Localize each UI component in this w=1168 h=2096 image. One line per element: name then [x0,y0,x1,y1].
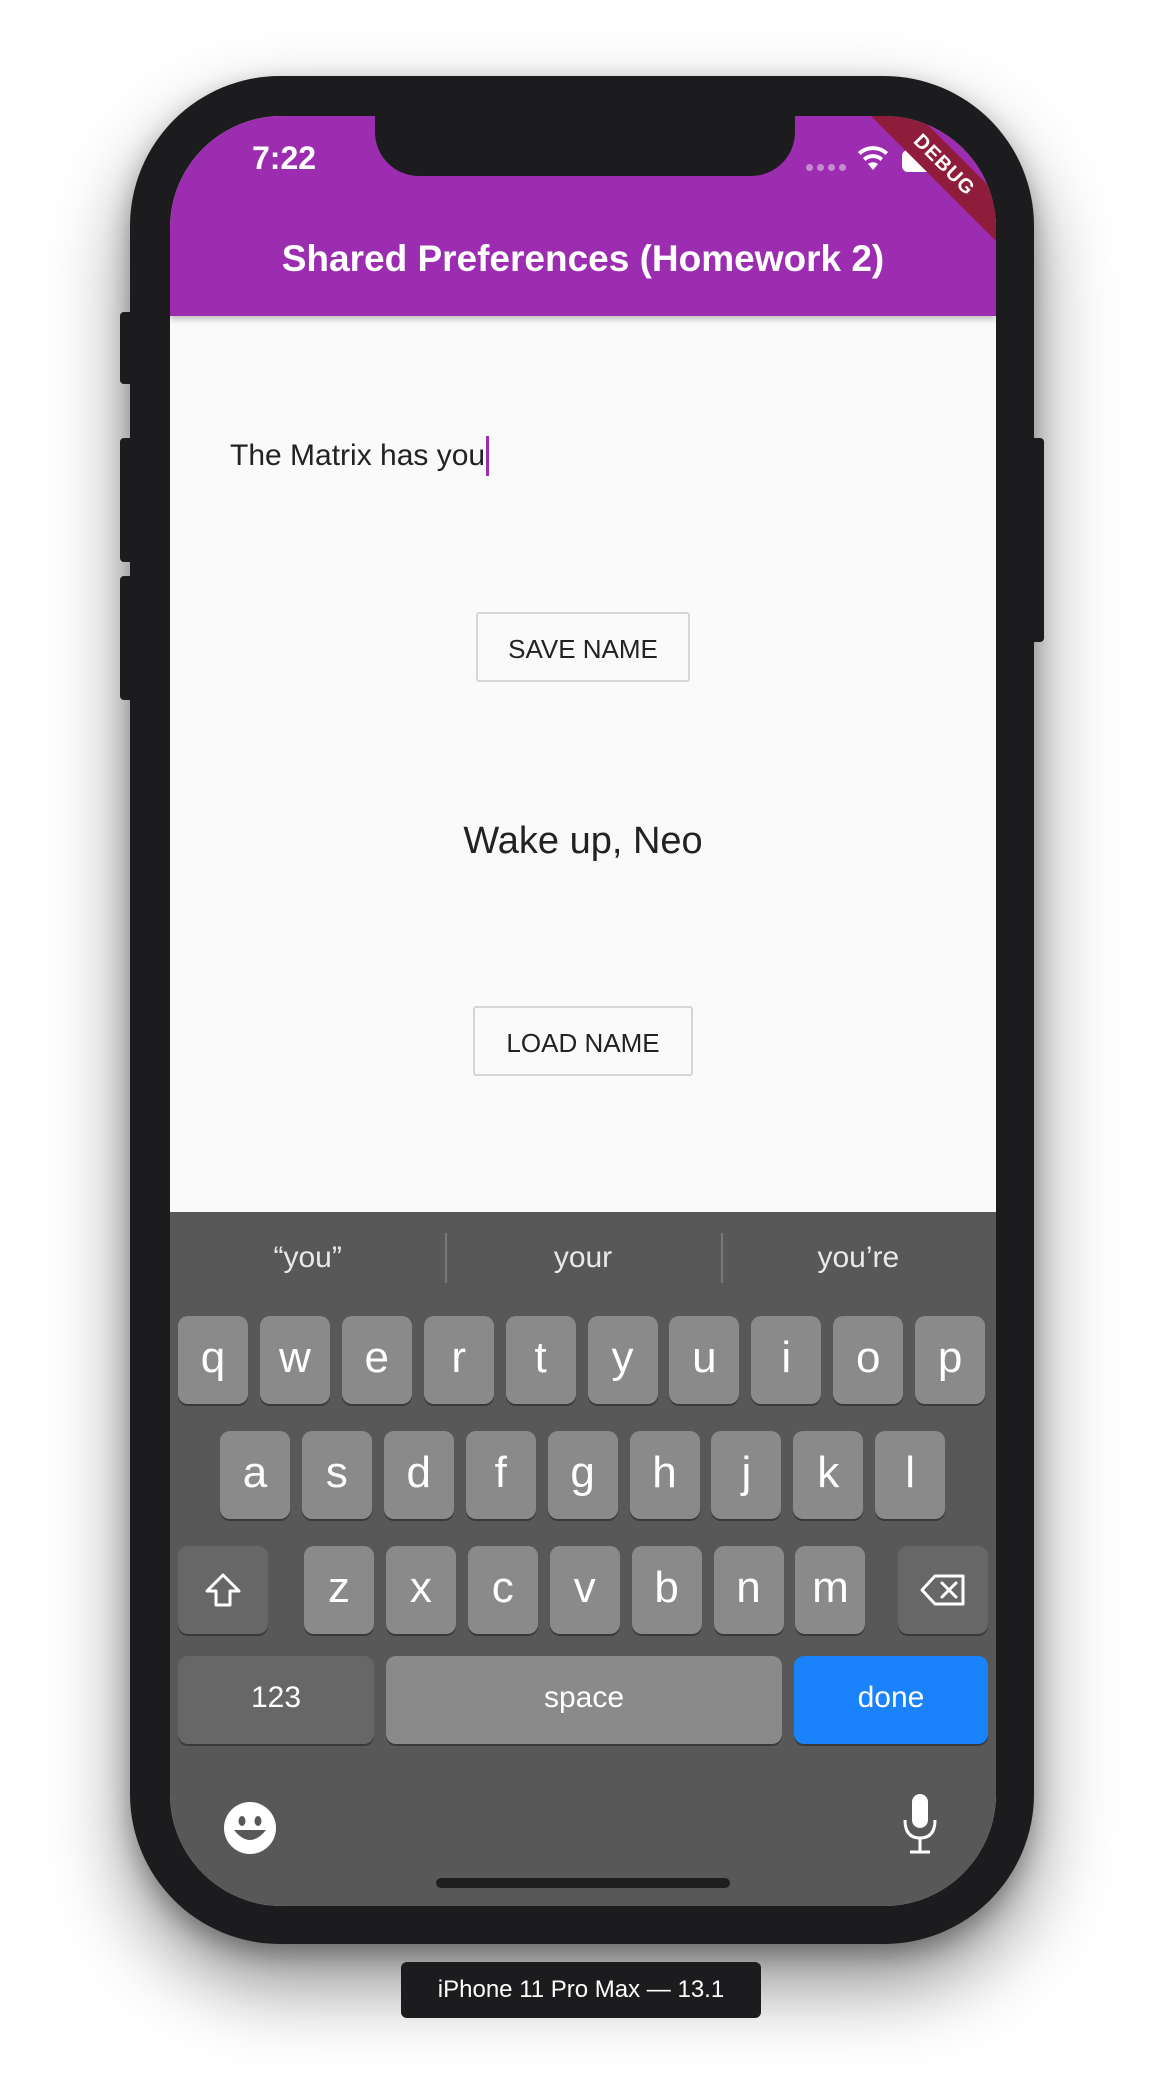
notch [375,116,795,176]
key-t[interactable]: t [505,1316,576,1404]
silent-switch [120,312,134,384]
suggestion-3[interactable]: you’re [720,1233,996,1283]
key-w[interactable]: w [259,1316,330,1404]
volume-up-button [120,438,134,562]
key-y[interactable]: y [587,1316,658,1404]
key-x[interactable]: x [385,1546,456,1634]
key-k[interactable]: k [793,1431,864,1519]
text-cursor [486,436,490,476]
suggestion-2[interactable]: your [445,1233,720,1283]
done-key[interactable]: done [794,1656,988,1744]
suggestion-1[interactable]: “you” [170,1241,445,1275]
power-button [1030,438,1044,642]
key-d[interactable]: d [383,1431,454,1519]
key-c[interactable]: c [467,1546,538,1634]
key-z[interactable]: z [304,1546,374,1634]
name-input[interactable]: The Matrix has you [230,436,490,476]
key-l[interactable]: l [875,1431,946,1519]
emoji-icon[interactable] [222,1800,278,1856]
backspace-key[interactable] [898,1546,988,1634]
name-input-value: The Matrix has you [230,439,486,472]
key-q[interactable]: q [178,1316,248,1404]
greeting-text: Wake up, Neo [463,820,703,862]
key-n[interactable]: n [713,1546,784,1634]
home-indicator[interactable] [436,1878,730,1888]
key-p[interactable]: p [915,1316,986,1404]
key-e[interactable]: e [341,1316,412,1404]
suggestion-bar: “you” your you’re [170,1212,996,1304]
key-j[interactable]: j [711,1431,782,1519]
key-v[interactable]: v [549,1546,620,1634]
numbers-key[interactable]: 123 [178,1656,374,1744]
key-a[interactable]: a [220,1431,290,1519]
key-m[interactable]: m [795,1546,866,1634]
wifi-icon [858,146,888,170]
device-screen: 7:22 DEBUG Shared Preferences (Homework … [170,116,996,1906]
key-i[interactable]: i [751,1316,822,1404]
debug-banner: DEBUG [854,116,996,255]
key-o[interactable]: o [833,1316,904,1404]
shift-key[interactable] [178,1546,268,1634]
keyboard: “you” your you’re 123 space done q w e r… [170,1212,996,1906]
key-b[interactable]: b [631,1546,702,1634]
simulator-label: iPhone 11 Pro Max — 13.1 [401,1962,761,2018]
status-time: 7:22 [252,140,317,176]
key-s[interactable]: s [301,1431,372,1519]
signal-icon [806,164,846,171]
key-h[interactable]: h [629,1431,700,1519]
microphone-icon[interactable] [900,1792,940,1856]
load-name-button[interactable]: LOAD NAME [473,1006,693,1076]
space-key[interactable]: space [386,1656,782,1744]
save-name-button[interactable]: SAVE NAME [476,612,690,682]
page-title: Shared Preferences (Homework 2) [281,238,885,279]
volume-down-button [120,576,134,700]
backspace-icon [920,1574,965,1606]
key-g[interactable]: g [547,1431,618,1519]
key-f[interactable]: f [465,1431,536,1519]
app-bar: 7:22 DEBUG Shared Preferences (Homework … [170,116,996,316]
key-u[interactable]: u [669,1316,740,1404]
key-r[interactable]: r [423,1316,494,1404]
shift-icon [205,1573,241,1607]
